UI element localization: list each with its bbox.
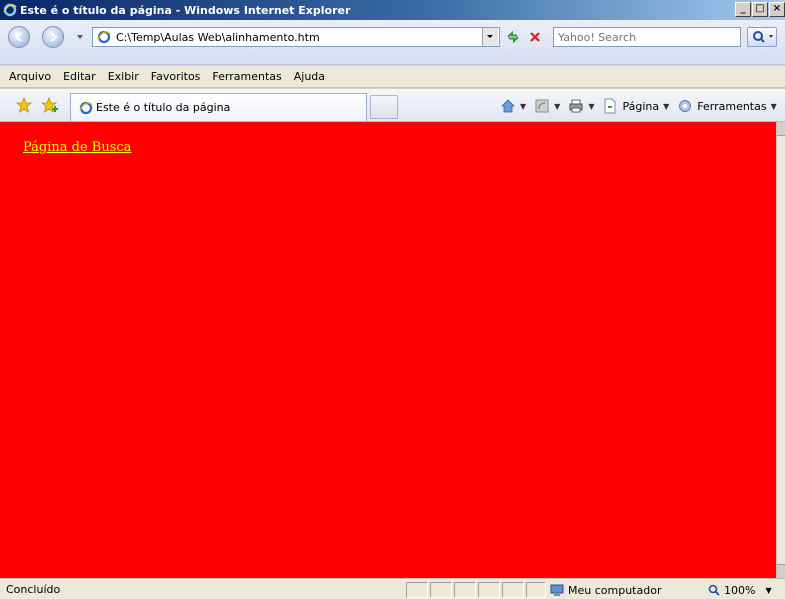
menu-ferramentas[interactable]: Ferramentas bbox=[206, 70, 287, 83]
status-panel bbox=[502, 582, 524, 598]
page-content: Página de Busca bbox=[0, 122, 776, 578]
forward-arrow-icon bbox=[50, 32, 58, 42]
favorites-bar: Este é o título da página ▼ ▼ ▼ Página ▼… bbox=[0, 89, 785, 122]
status-panel bbox=[478, 582, 500, 598]
status-panel bbox=[526, 582, 546, 598]
status-text: Concluído bbox=[6, 583, 61, 596]
close-button[interactable]: × bbox=[769, 2, 785, 17]
chevron-down-icon bbox=[487, 35, 493, 38]
zone-label: Meu computador bbox=[568, 583, 662, 597]
scroll-down-button[interactable] bbox=[777, 564, 785, 578]
maximize-button[interactable]: □ bbox=[752, 2, 768, 17]
command-bar: ▼ ▼ ▼ Página ▼ Ferramentas ▼ bbox=[500, 98, 781, 114]
print-dropdown-icon[interactable]: ▼ bbox=[588, 102, 594, 111]
address-dropdown-button[interactable] bbox=[482, 28, 498, 46]
zoom-control[interactable]: 100% ▼ bbox=[707, 583, 772, 597]
address-text: C:\Temp\Aulas Web\alinhamento.htm bbox=[116, 30, 320, 44]
tab-current[interactable]: Este é o título da página bbox=[70, 93, 367, 121]
feeds-dropdown-icon[interactable]: ▼ bbox=[554, 102, 560, 111]
back-arrow-icon bbox=[14, 32, 22, 42]
home-icon[interactable] bbox=[500, 98, 516, 114]
menu-bar: Arquivo Editar Exibir Favoritos Ferramen… bbox=[0, 66, 785, 88]
security-zone[interactable]: Meu computador bbox=[550, 583, 661, 597]
refresh-icon[interactable] bbox=[504, 29, 522, 45]
add-favorite-icon[interactable] bbox=[42, 97, 60, 113]
menu-ajuda[interactable]: Ajuda bbox=[288, 70, 331, 83]
back-button[interactable] bbox=[8, 26, 30, 48]
search-icon bbox=[753, 31, 773, 43]
page-menu-label[interactable]: Página bbox=[622, 100, 659, 113]
status-panel bbox=[406, 582, 428, 598]
minimize-button[interactable]: _ bbox=[735, 2, 751, 17]
search-page-link[interactable]: Página de Busca bbox=[23, 140, 131, 155]
window-controls: _ □ × bbox=[735, 2, 785, 17]
print-icon[interactable] bbox=[568, 98, 584, 114]
ie-logo-icon bbox=[3, 3, 17, 17]
status-bar: Concluído Meu computador 100% ▼ bbox=[0, 578, 785, 599]
menu-exibir[interactable]: Exibir bbox=[102, 70, 145, 83]
address-bar[interactable]: C:\Temp\Aulas Web\alinhamento.htm bbox=[92, 27, 500, 47]
feeds-icon[interactable] bbox=[534, 98, 550, 114]
menu-editar[interactable]: Editar bbox=[57, 70, 102, 83]
search-input[interactable] bbox=[558, 30, 738, 44]
zoom-dropdown-icon[interactable]: ▼ bbox=[765, 586, 771, 595]
tools-dropdown-icon[interactable]: ▼ bbox=[771, 102, 777, 111]
computer-icon bbox=[550, 584, 564, 596]
tools-menu-label[interactable]: Ferramentas bbox=[697, 100, 766, 113]
menu-favoritos[interactable]: Favoritos bbox=[145, 70, 207, 83]
title-bar: Este é o título da página - Windows Inte… bbox=[0, 0, 785, 20]
page-icon bbox=[79, 101, 93, 114]
favorites-star-icon[interactable] bbox=[16, 97, 32, 113]
status-panel bbox=[430, 582, 452, 598]
page-menu-icon[interactable] bbox=[602, 98, 618, 114]
search-button[interactable] bbox=[747, 27, 777, 47]
new-tab-button[interactable] bbox=[370, 95, 398, 119]
tab-title: Este é o título da página bbox=[96, 101, 231, 114]
forward-button[interactable] bbox=[42, 26, 64, 48]
page-icon bbox=[97, 30, 111, 44]
window-title: Este é o título da página - Windows Inte… bbox=[20, 3, 351, 17]
history-dropdown-icon[interactable] bbox=[76, 33, 84, 41]
status-panel bbox=[454, 582, 476, 598]
scroll-up-button[interactable] bbox=[777, 122, 785, 136]
home-dropdown-icon[interactable]: ▼ bbox=[520, 102, 526, 111]
menu-arquivo[interactable]: Arquivo bbox=[3, 70, 57, 83]
tools-gear-icon[interactable] bbox=[677, 98, 693, 114]
zoom-level: 100% bbox=[724, 583, 756, 597]
search-box[interactable] bbox=[553, 27, 741, 47]
zoom-magnifier-icon bbox=[708, 584, 720, 596]
address-toolbar: C:\Temp\Aulas Web\alinhamento.htm bbox=[0, 20, 785, 65]
stop-icon[interactable] bbox=[527, 29, 543, 45]
vertical-scrollbar[interactable] bbox=[776, 122, 785, 578]
page-dropdown-icon[interactable]: ▼ bbox=[663, 102, 669, 111]
